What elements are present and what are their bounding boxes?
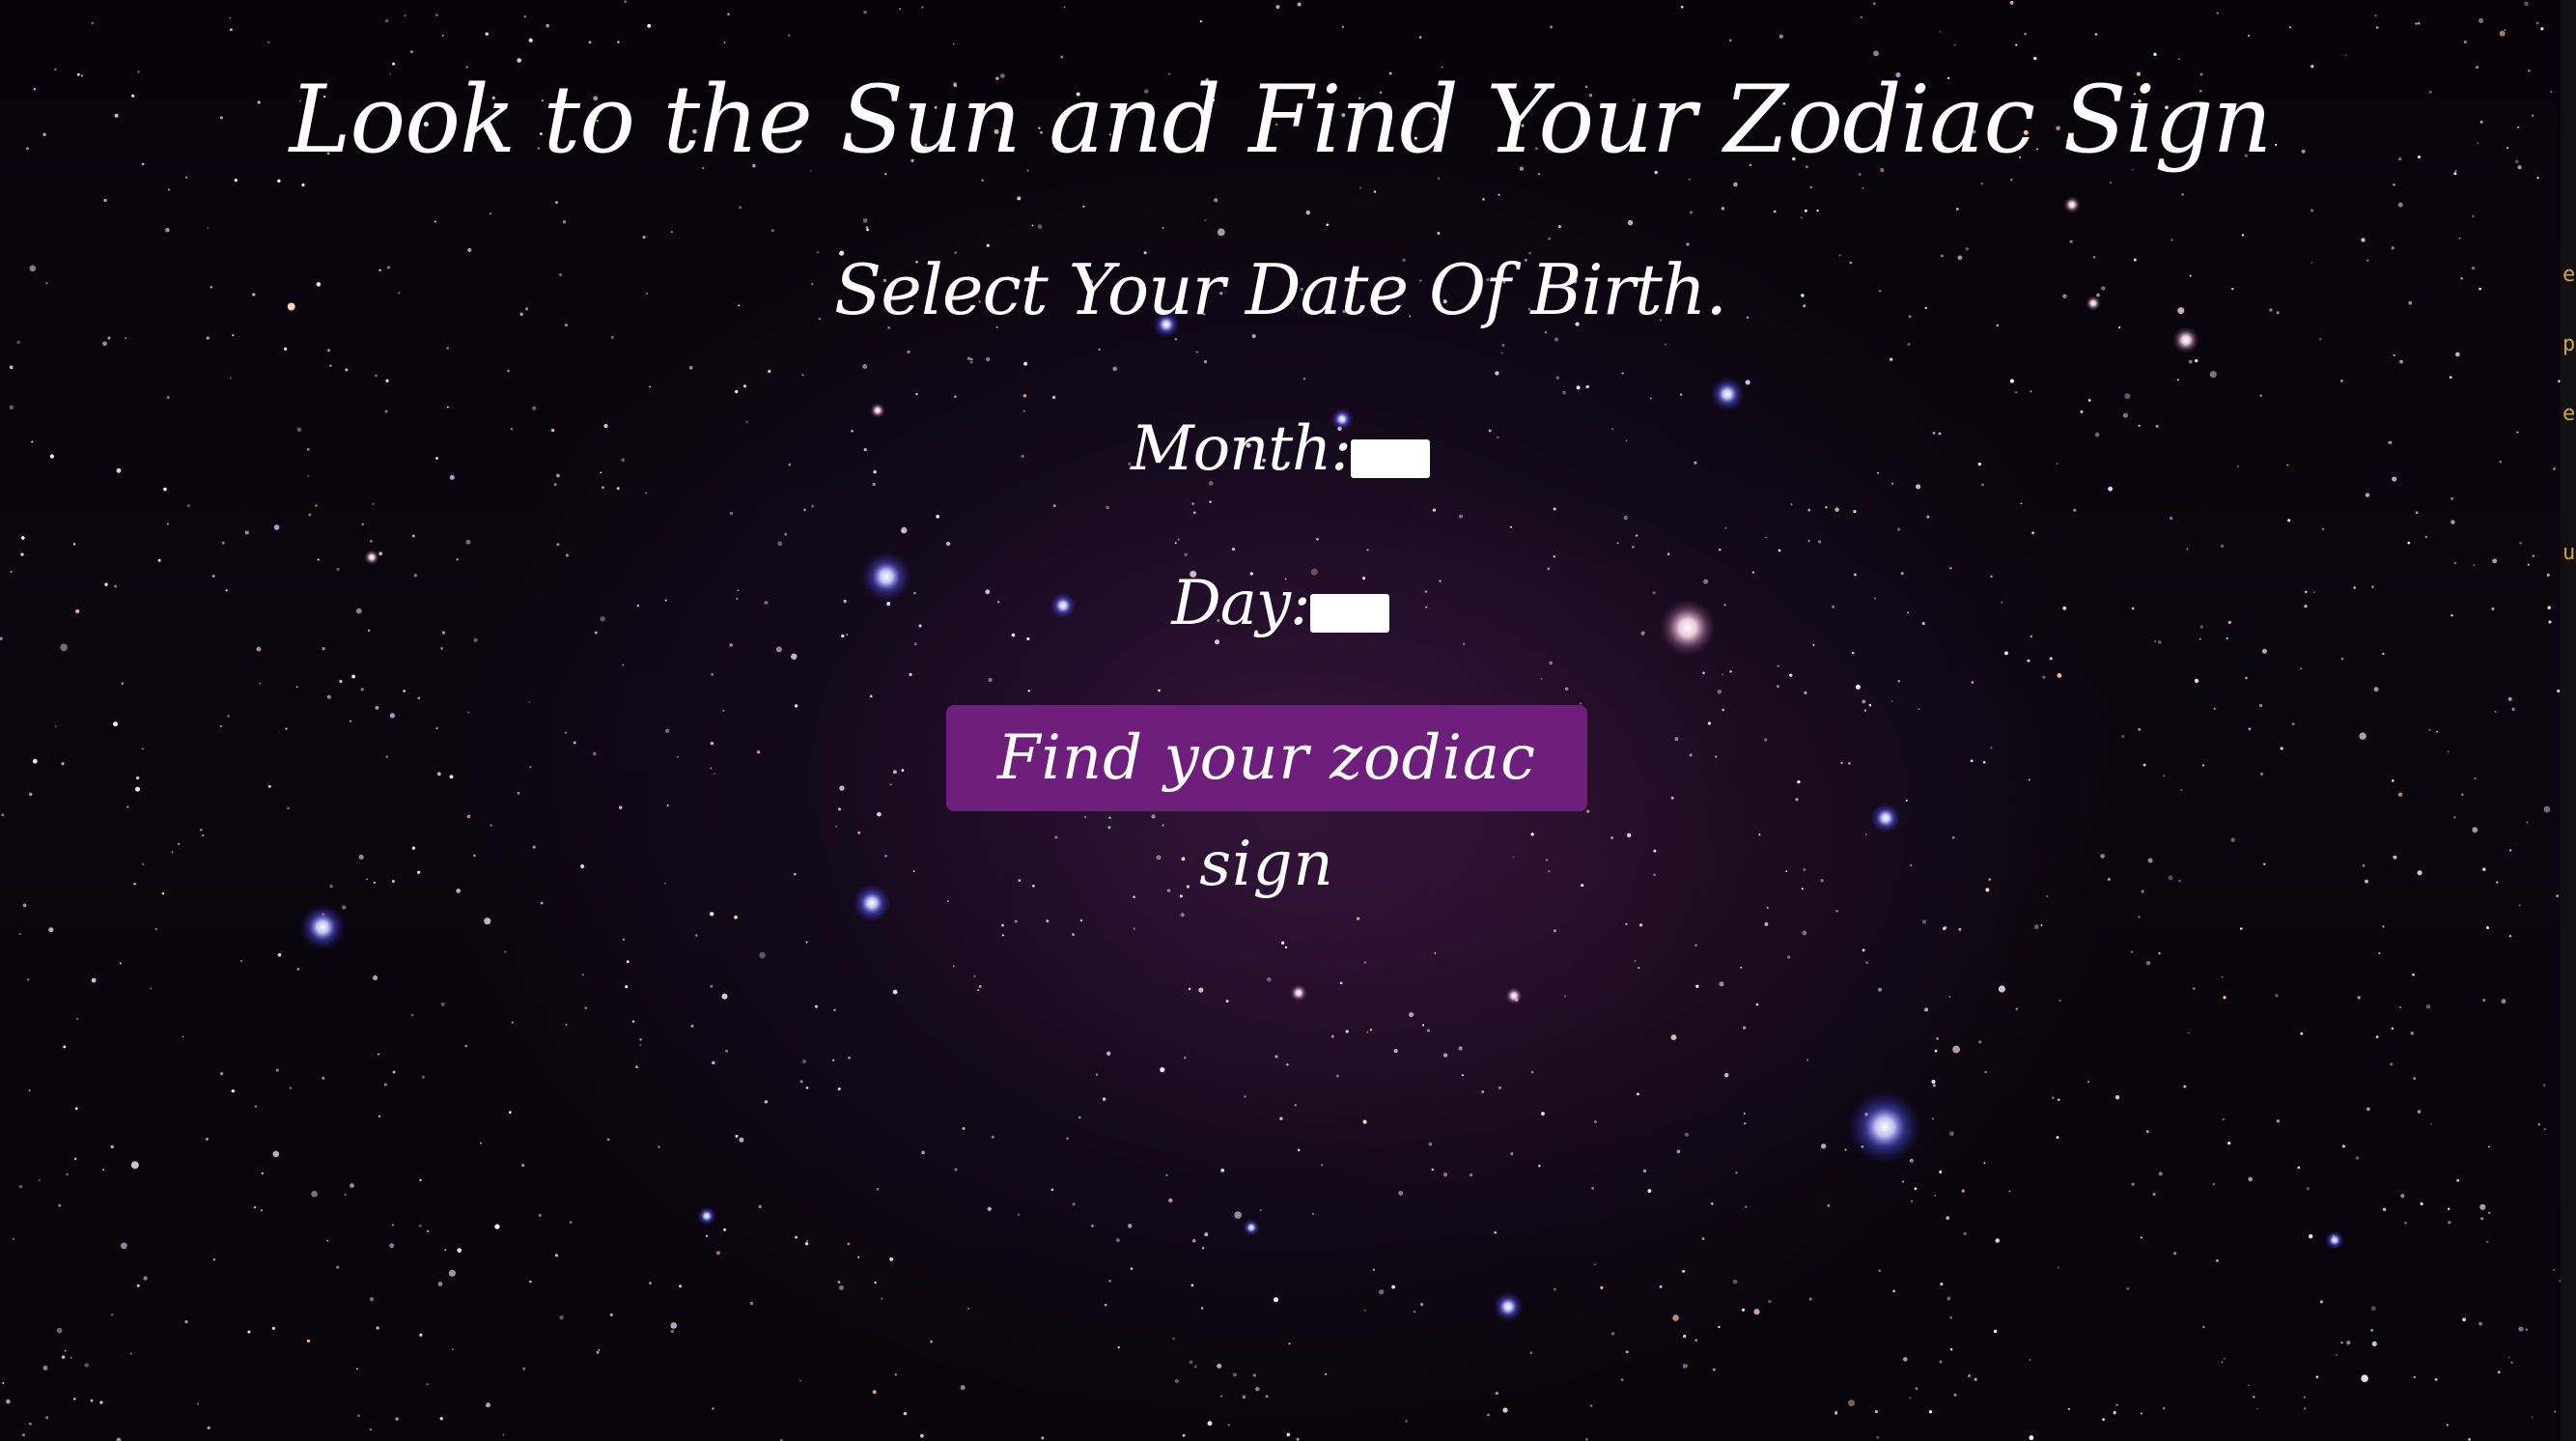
side-strip-letter: p bbox=[2562, 332, 2576, 356]
side-strip-letter: u bbox=[2562, 541, 2576, 565]
month-row: Month: bbox=[0, 410, 2561, 488]
find-zodiac-button[interactable]: Find your zodiac sign bbox=[946, 705, 1587, 900]
page: Look to the Sun and Find Your Zodiac Sig… bbox=[0, 0, 2576, 1441]
day-row: Day: bbox=[0, 565, 2561, 642]
page-title: Look to the Sun and Find Your Zodiac Sig… bbox=[289, 66, 2273, 174]
month-label: Month: bbox=[1131, 413, 1352, 485]
side-strip-letter: e bbox=[2562, 402, 2576, 426]
day-label: Day: bbox=[1171, 568, 1310, 639]
day-input[interactable] bbox=[1309, 594, 1389, 633]
main-content: Look to the Sun and Find Your Zodiac Sig… bbox=[0, 0, 2561, 1441]
side-strip-letter: e bbox=[2562, 263, 2576, 287]
month-input[interactable] bbox=[1350, 439, 1430, 478]
page-subtitle: Select Your Date Of Birth. bbox=[833, 249, 1727, 330]
side-strip: e p e u bbox=[2561, 0, 2576, 1441]
